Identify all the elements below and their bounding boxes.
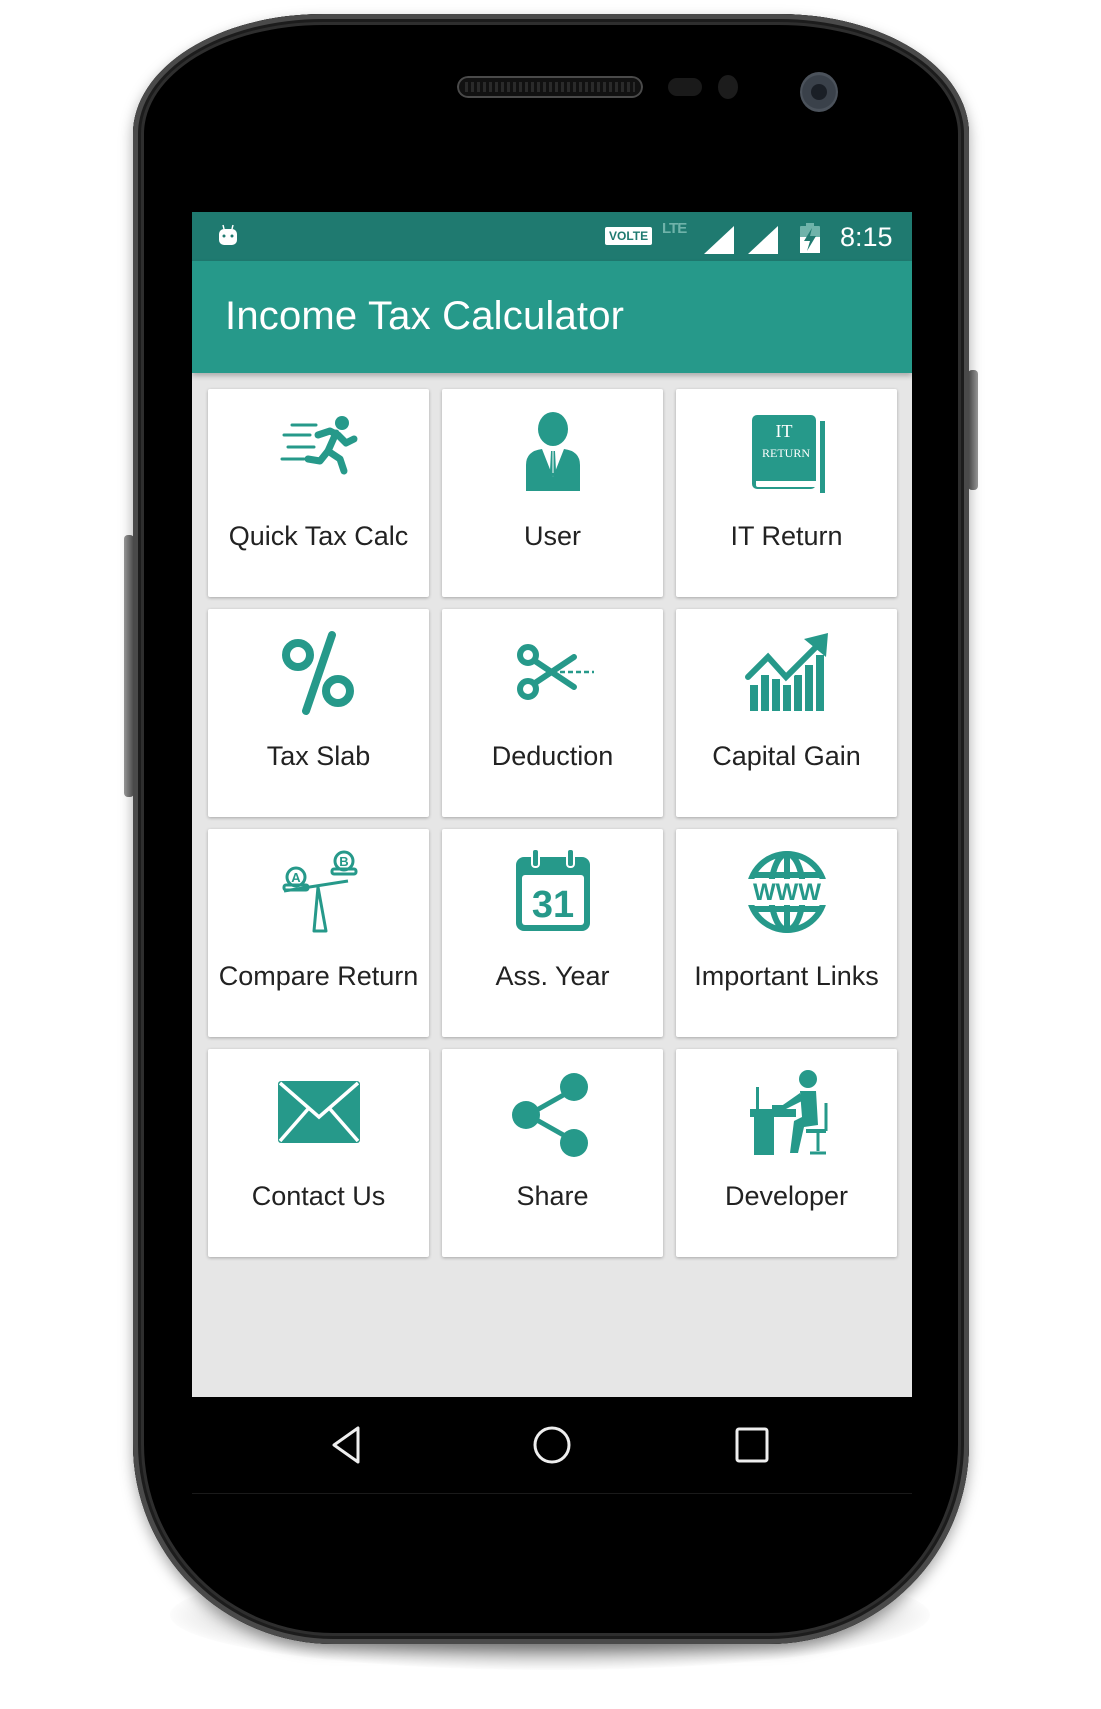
menu-card-label: Developer <box>724 1181 849 1211</box>
signal-icon <box>704 226 734 259</box>
menu-card-ass-year[interactable]: 31 Ass. Year <box>442 829 663 1037</box>
menu-card-it-return[interactable]: IT RETURN IT Return <box>676 389 897 597</box>
svg-text:31: 31 <box>531 884 573 926</box>
svg-text:IT: IT <box>775 421 792 441</box>
menu-card-label: User <box>523 521 581 551</box>
menu-card-tax-slab[interactable]: Tax Slab <box>208 609 429 817</box>
menu-card-label: Quick Tax Calc <box>228 521 409 551</box>
menu-card-compare-return[interactable]: A B Compare Return <box>208 829 429 1037</box>
menu-card-label: Share <box>516 1181 589 1211</box>
svg-text:B: B <box>339 854 348 869</box>
svg-text:RETURN: RETURN <box>762 446 810 460</box>
app-bar: Income Tax Calculator <box>192 261 912 373</box>
developer-desk-icon <box>742 1067 832 1157</box>
lte-indicator: LTE <box>662 220 687 237</box>
power-button <box>968 370 978 490</box>
volte-badge: VOLTE <box>605 227 653 245</box>
status-bar: VOLTE LTE 8:15 <box>192 212 912 261</box>
menu-card-label: IT Return <box>730 521 843 551</box>
proximity-sensor <box>668 78 702 96</box>
back-button[interactable] <box>328 1425 368 1465</box>
menu-card-deduction[interactable]: Deduction <box>442 609 663 817</box>
battery-charging-icon <box>800 223 820 258</box>
menu-card-label: Important Links <box>694 961 879 991</box>
percent-icon <box>274 627 364 717</box>
it-return-book-icon: IT RETURN <box>742 407 832 497</box>
back-icon <box>332 1426 360 1464</box>
android-notification-icon <box>217 224 239 246</box>
recents-icon <box>735 1427 769 1463</box>
menu-card-label: Contact Us <box>251 1181 386 1211</box>
svg-text:WWW: WWW <box>753 879 821 906</box>
envelope-icon <box>274 1067 364 1157</box>
menu-card-capital-gain[interactable]: Capital Gain <box>676 609 897 817</box>
globe-www-icon: WWW <box>742 847 832 937</box>
svg-text:A: A <box>291 870 301 885</box>
front-camera <box>800 72 838 112</box>
menu-card-user[interactable]: User <box>442 389 663 597</box>
status-time: 8:15 <box>840 222 893 252</box>
signal-icon-2 <box>748 226 778 259</box>
menu-card-label: Compare Return <box>218 961 419 991</box>
menu-card-label: Capital Gain <box>712 741 861 771</box>
home-icon <box>533 1426 571 1464</box>
user-icon <box>508 407 598 497</box>
seesaw-compare-icon: A B <box>274 847 364 937</box>
menu-grid: Quick Tax Calc User IT RETURN IT Return … <box>208 389 897 1257</box>
menu-card-label: Deduction <box>491 741 614 771</box>
recents-button[interactable] <box>732 1425 772 1465</box>
calendar-icon: 31 <box>508 847 598 937</box>
navigation-bar <box>192 1397 912 1494</box>
light-sensor <box>718 75 738 99</box>
menu-card-quick-tax-calc[interactable]: Quick Tax Calc <box>208 389 429 597</box>
scissors-icon <box>508 627 598 717</box>
app-title: Income Tax Calculator <box>225 294 625 338</box>
screen: VOLTE LTE 8:15 Income Tax Calculator Qui… <box>192 212 912 1397</box>
menu-card-share[interactable]: Share <box>442 1049 663 1257</box>
menu-card-important-links[interactable]: WWW Important Links <box>676 829 897 1037</box>
growth-chart-icon <box>742 627 832 717</box>
menu-card-developer[interactable]: Developer <box>676 1049 897 1257</box>
earpiece-speaker <box>457 76 643 98</box>
menu-card-label: Tax Slab <box>266 741 371 771</box>
share-icon <box>508 1067 598 1157</box>
running-man-icon <box>274 407 364 497</box>
menu-card-contact-us[interactable]: Contact Us <box>208 1049 429 1257</box>
home-button[interactable] <box>532 1425 572 1465</box>
menu-card-label: Ass. Year <box>495 961 610 991</box>
